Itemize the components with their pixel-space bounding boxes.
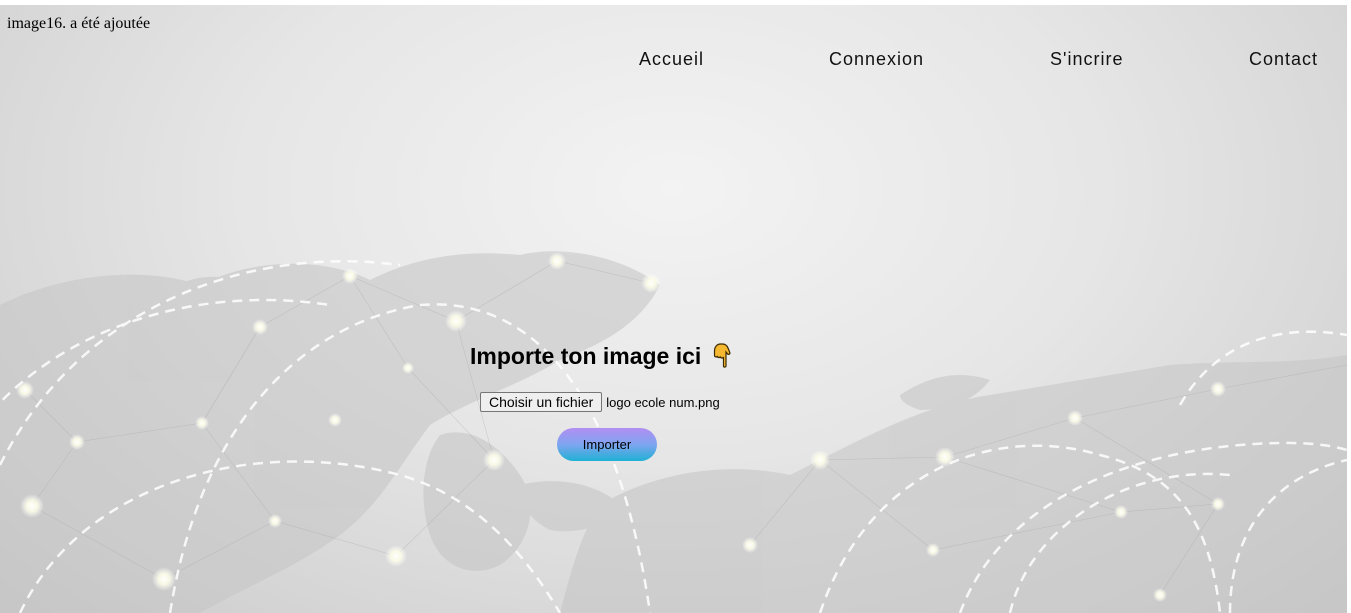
page-background: image16. a été ajoutée Accueil Connexion…: [0, 5, 1347, 613]
upload-success-message: image16. a été ajoutée: [7, 15, 151, 32]
nav-link-accueil[interactable]: Accueil: [639, 49, 704, 70]
nav-link-sincrire[interactable]: S'incrire: [1050, 49, 1123, 70]
main-navigation: Accueil Connexion S'incrire Contact: [0, 45, 1347, 79]
upload-heading: Importe ton image ici: [470, 342, 732, 370]
choose-file-button[interactable]: Choisir un fichier: [480, 392, 603, 412]
import-button[interactable]: Importer: [557, 428, 657, 461]
upload-heading-text: Importe ton image ici: [470, 342, 702, 369]
selected-file-name: logo ecole num.png: [606, 394, 720, 410]
hand-pointing-down-icon: [708, 342, 732, 370]
file-picker: Choisir un fichier logo ecole num.png: [480, 392, 720, 412]
nav-link-contact[interactable]: Contact: [1249, 49, 1318, 70]
nav-link-connexion[interactable]: Connexion: [829, 49, 924, 70]
world-map-network-background: [0, 251, 1347, 613]
window-edge: [1347, 5, 1351, 613]
